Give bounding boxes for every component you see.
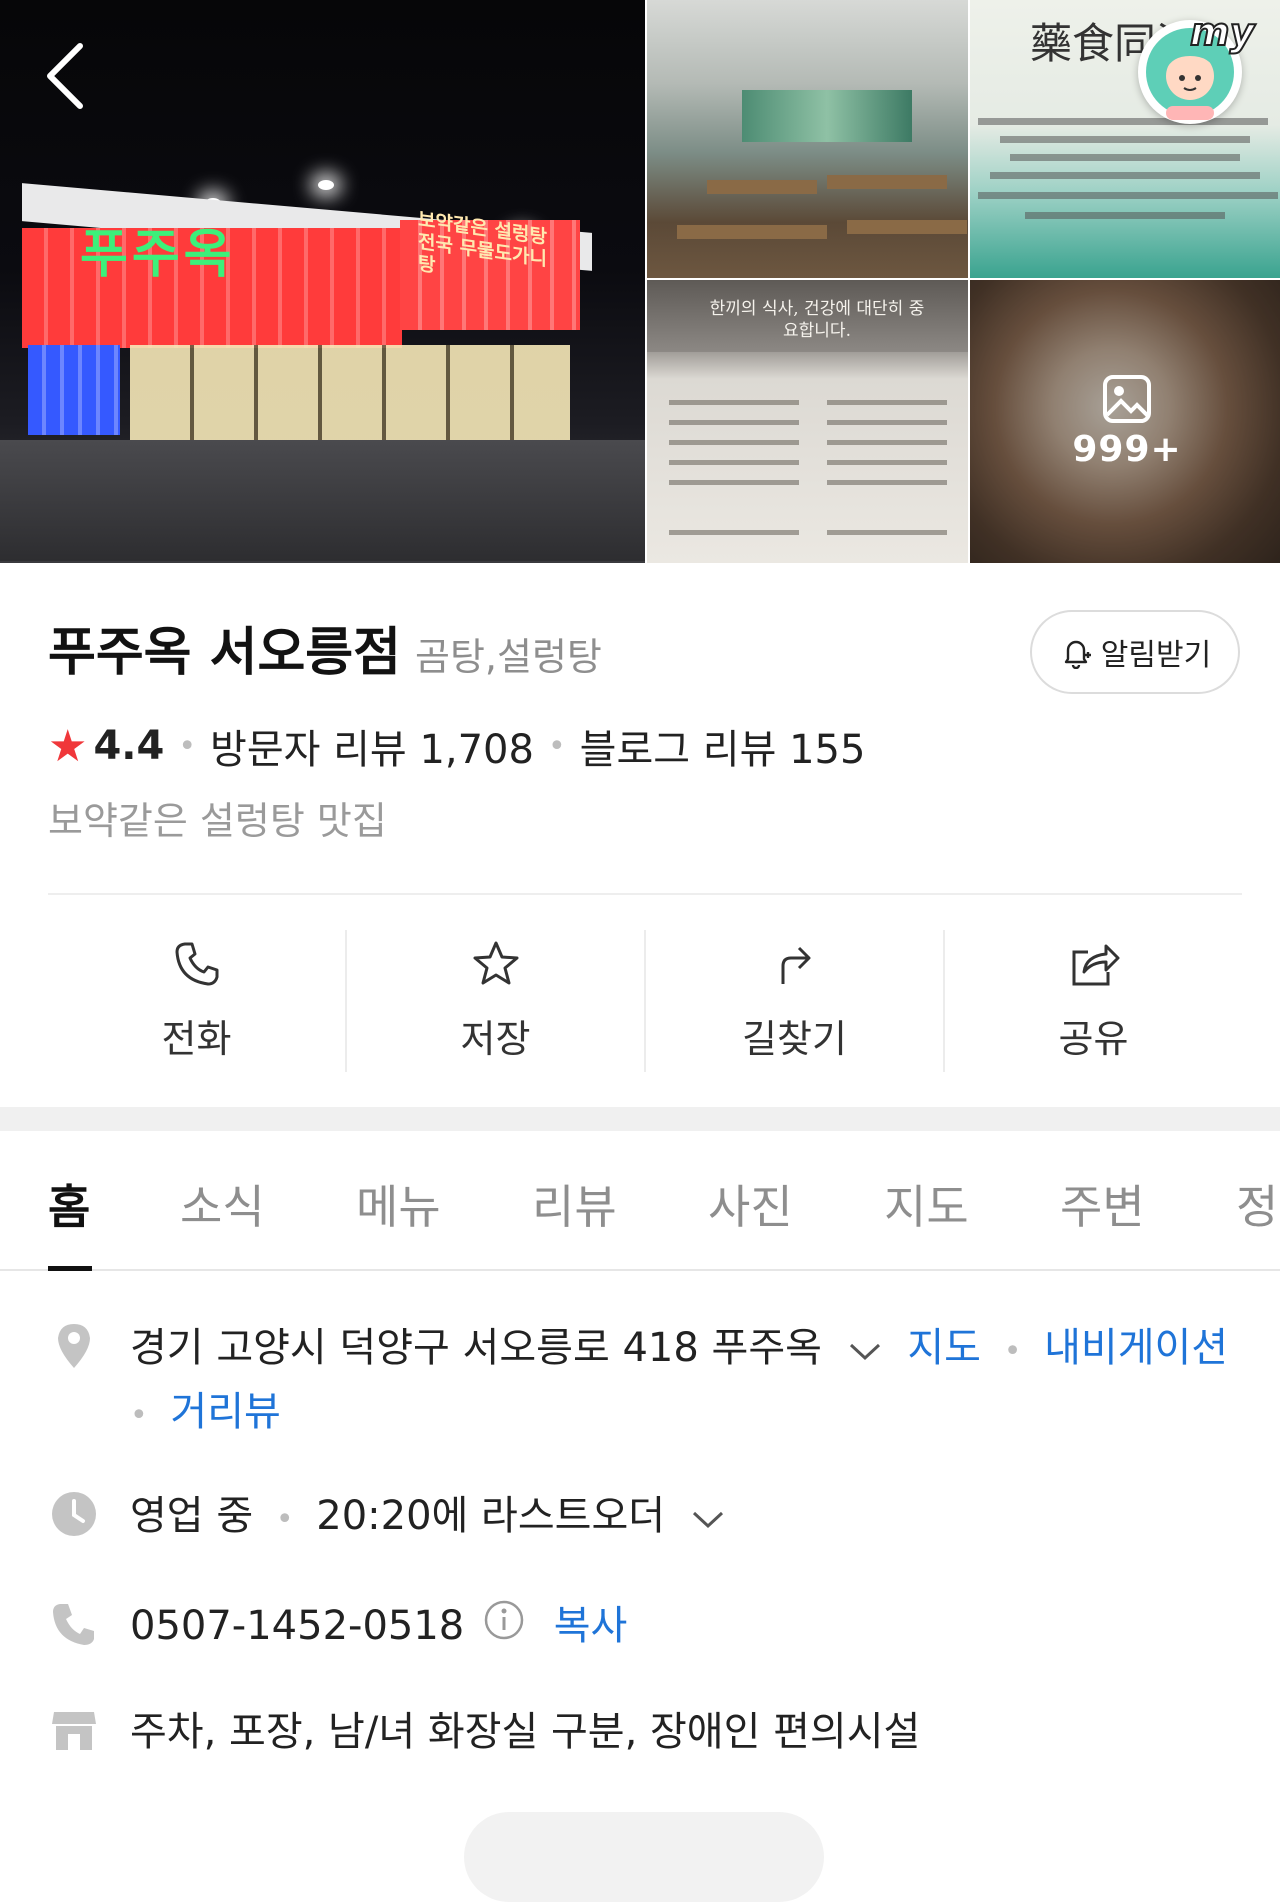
photo-menu-board[interactable]: 한끼의 식사, 건강에 대단히 중요합니다. [647, 280, 968, 563]
tab-info[interactable]: 정보 [1236, 1171, 1280, 1237]
chevron-down-icon [849, 1343, 880, 1361]
directions-button[interactable]: 길찾기 [646, 930, 945, 1072]
photo-sign-text: 푸주옥 [80, 225, 236, 285]
photo-food[interactable]: 999+ [970, 280, 1280, 563]
info-circle-icon [484, 1600, 524, 1640]
rating-value: 4.4 [93, 723, 165, 769]
clock-icon [52, 1492, 96, 1536]
last-order-text: 20:20에 라스트오더 [316, 1493, 666, 1539]
tab-photos[interactable]: 사진 [708, 1171, 793, 1237]
visitor-reviews-link[interactable]: 방문자 리뷰 1,708 [210, 717, 534, 775]
more-photos-button[interactable]: 999+ [970, 280, 1280, 563]
rating-star-icon: ★ [48, 720, 88, 772]
my-label: my [1189, 9, 1255, 55]
call-label: 전화 [161, 1017, 232, 1061]
tab-reviews[interactable]: 리뷰 [532, 1171, 617, 1237]
more-photos-count: 999+ [1072, 429, 1182, 470]
address-text: 경기 고양시 덕양구 서오릉로 418 푸주옥 [130, 1325, 822, 1371]
phone-number: 0507-1452-0518 [130, 1603, 465, 1649]
hours-expand-button[interactable] [688, 1488, 728, 1548]
photo-menu-header: 한끼의 식사, 건강에 대단히 중요합니다. [709, 299, 925, 341]
place-tagline: 보약같은 설렁탕 맛집 [48, 799, 387, 843]
location-pin-icon [58, 1324, 90, 1368]
call-button[interactable]: 전화 [48, 930, 347, 1072]
open-status: 영업 중 [130, 1493, 254, 1539]
directions-icon [781, 946, 810, 984]
tab-map[interactable]: 지도 [884, 1171, 969, 1237]
place-name: 푸주옥 서오릉점 [48, 623, 401, 683]
tab-home[interactable]: 홈 [48, 1171, 90, 1237]
chevron-left-icon [47, 43, 83, 109]
hours-row: 영업 중 • 20:20에 라스트오더 [48, 1486, 1248, 1550]
notify-button[interactable]: 알림받기 [1030, 610, 1240, 694]
phone-row: 0507-1452-0518 복사 [48, 1596, 1248, 1658]
store-icon [52, 1712, 96, 1750]
tab-bar: 홈 소식 메뉴 리뷰 사진 지도 주변 정보 [0, 1131, 1280, 1271]
save-label: 저장 [460, 1017, 531, 1061]
star-icon [473, 941, 518, 985]
more-info-button[interactable] [464, 1812, 824, 1902]
phone-filled-icon [53, 1604, 94, 1645]
tab-menu[interactable]: 메뉴 [356, 1171, 441, 1237]
directions-label: 길찾기 [742, 1017, 847, 1061]
notify-label: 알림받기 [1100, 638, 1212, 673]
amenities-text: 주차, 포장, 남/녀 화장실 구분, 장애인 편의시설 [130, 1709, 921, 1755]
photo-gallery: 푸주옥 보약같은 설렁탕 전국 무물도가니탕 藥食同源 한끼의 식사, 건강에 … [0, 0, 1280, 563]
phone-icon [175, 942, 218, 986]
blog-reviews-link[interactable]: 블로그 리뷰 155 [580, 717, 866, 775]
phone-info-button[interactable] [483, 1598, 525, 1658]
tab-nearby[interactable]: 주변 [1060, 1171, 1145, 1237]
action-bar: 전화 저장 길찾기 공유 [48, 930, 1242, 1072]
address-row: 경기 고양시 덕양구 서오릉로 418 푸주옥 지도 • 내비게이션 • 거리뷰 [48, 1318, 1248, 1446]
navigation-link[interactable]: 내비게이션 [1044, 1325, 1228, 1371]
map-link[interactable]: 지도 [907, 1325, 981, 1371]
save-button[interactable]: 저장 [347, 930, 646, 1072]
place-title-row: 푸주옥 서오릉점 곰탕,설렁탕 [48, 610, 602, 685]
back-button[interactable] [38, 36, 98, 116]
gallery-icon [1103, 375, 1151, 423]
place-category: 곰탕,설렁탕 [414, 635, 602, 679]
address-expand-button[interactable] [845, 1320, 885, 1380]
share-icon [1072, 944, 1119, 986]
divider [48, 893, 1242, 895]
street-view-link[interactable]: 거리뷰 [170, 1389, 280, 1435]
share-button[interactable]: 공유 [945, 930, 1242, 1072]
copy-phone-button[interactable]: 복사 [554, 1603, 628, 1649]
review-stats: ★ 4.4 • 방문자 리뷰 1,708 • 블로그 리뷰 155 [48, 717, 865, 775]
chevron-down-icon [692, 1511, 723, 1529]
share-label: 공유 [1058, 1017, 1129, 1061]
section-separator [0, 1107, 1280, 1131]
amenities-row: 주차, 포장, 남/녀 화장실 구분, 장애인 편의시설 [48, 1702, 1248, 1762]
tab-news[interactable]: 소식 [180, 1171, 265, 1237]
active-tab-indicator [48, 1266, 92, 1271]
bell-plus-icon [1064, 640, 1091, 669]
photo-interior[interactable] [647, 0, 968, 278]
